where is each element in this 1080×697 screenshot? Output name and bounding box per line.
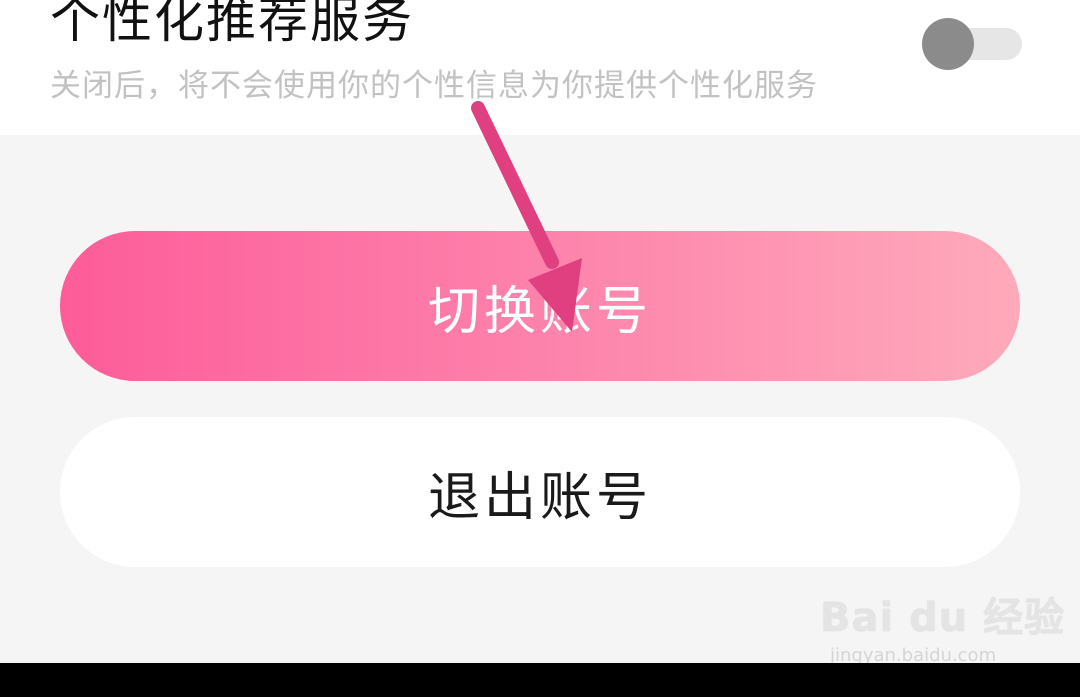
switch-account-label: 切换账号 xyxy=(427,281,652,342)
personalized-service-title: 个性化推荐服务 xyxy=(50,0,414,49)
bottom-bar xyxy=(0,663,1080,697)
toggle-knob xyxy=(922,18,974,70)
logout-label: 退出账号 xyxy=(427,467,652,528)
logout-button[interactable]: 退出账号 xyxy=(60,417,1020,567)
switch-account-button[interactable]: 切换账号 xyxy=(60,231,1020,381)
personalized-service-row: 个性化推荐服务 关闭后，将不会使用你的个性信息为你提供个性化服务 xyxy=(0,0,1080,135)
personalized-service-toggle[interactable] xyxy=(922,18,1022,70)
watermark-logo: Bai du 经验 xyxy=(820,595,1066,641)
baidu-jingyan-watermark: Bai du 经验 jingyan.baidu.com xyxy=(820,585,1064,666)
personalized-service-description: 关闭后，将不会使用你的个性信息为你提供个性化服务 xyxy=(50,68,818,104)
